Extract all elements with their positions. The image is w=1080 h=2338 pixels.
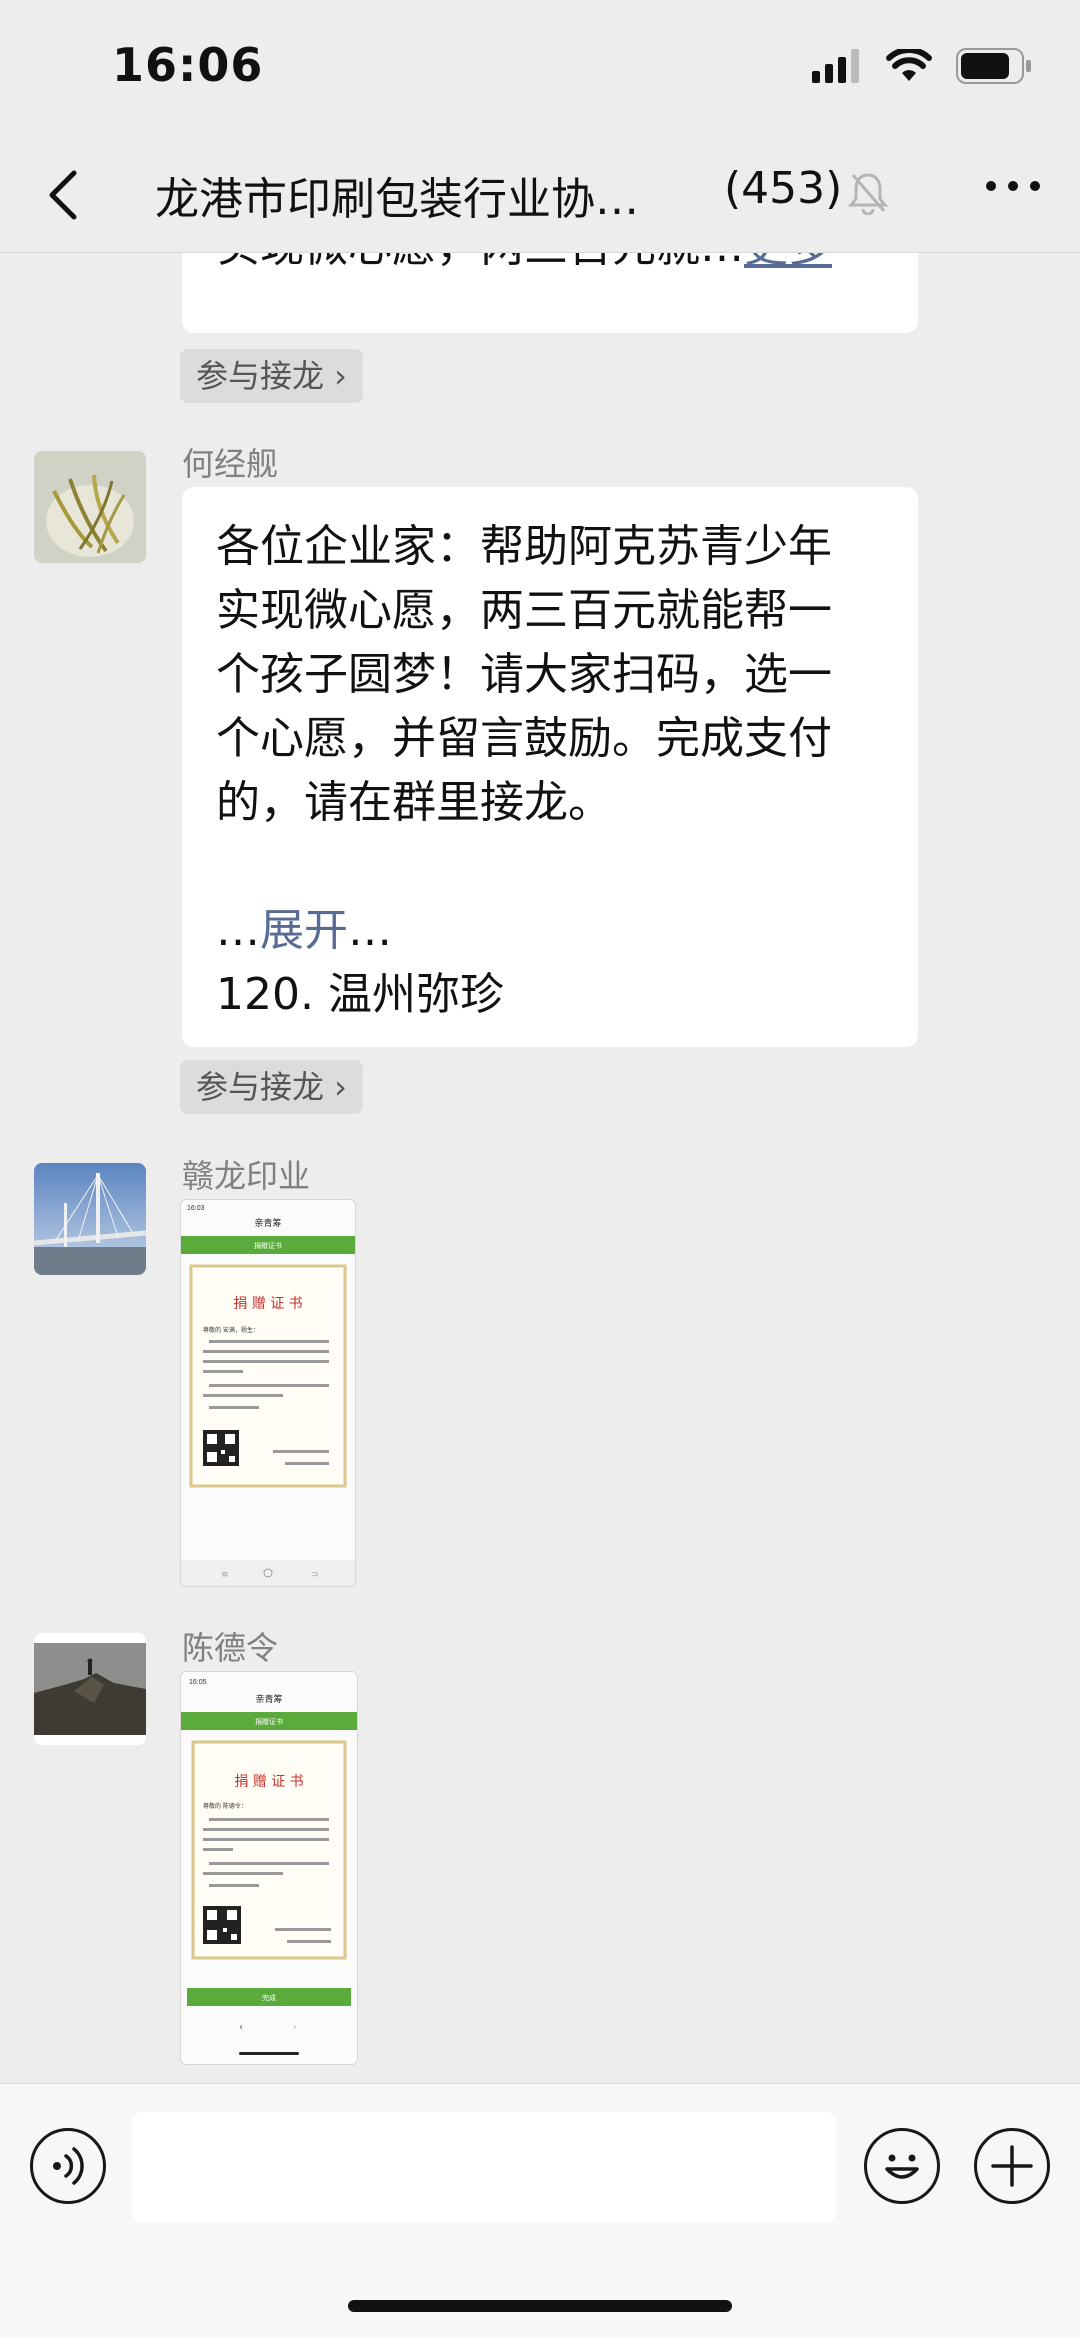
dot-icon	[986, 181, 996, 191]
thumb-time: 16:05	[189, 1679, 207, 1686]
message-input[interactable]	[132, 2112, 836, 2222]
donation-certificate-screenshot: 16:03 亲青筹 捐赠证书 捐 赠 证 书 尊敬的 安满，杨生： ≡ ⊃	[181, 1200, 355, 1586]
status-bar: 16:06	[0, 0, 1080, 135]
cert-greeting: 尊敬的 安满，杨生：	[203, 1326, 259, 1334]
wifi-icon	[886, 49, 932, 81]
message-bubble[interactable]: 各位企业家：帮助阿克苏青少年 实现微心愿，两三百元就能帮一 个孩子圆梦！请大家扫…	[182, 487, 918, 1047]
message-line: 的，请在群里接龙。	[216, 777, 612, 828]
voice-icon	[53, 2147, 84, 2185]
message-line: 实现微心愿，两三百元就能帮一	[216, 585, 832, 636]
expand-line: …展开…	[216, 899, 896, 963]
chat-area[interactable]: 实现微心愿，两三百元就…更多 参与接龙 › 何经舰 各位企业家：帮助阿克苏青少年…	[0, 253, 1080, 2083]
svg-text:‹: ‹	[239, 2022, 243, 2033]
join-chain-button[interactable]: 参与接龙 ›	[180, 349, 363, 403]
avatar[interactable]	[34, 451, 146, 563]
thumb-done-button: 完成	[262, 1993, 276, 2002]
avatar-image-rock	[34, 1633, 146, 1745]
svg-text:›: ›	[293, 2022, 297, 2033]
donation-certificate-screenshot: 16:05 亲青筹 捐赠证书 捐 赠 证 书 尊敬的 陈德令： 完成 ‹ ›	[181, 1672, 357, 2064]
cert-greeting: 尊敬的 陈德令：	[203, 1802, 247, 1810]
message-line: 120. 温州弥珍	[216, 969, 504, 1020]
more-link[interactable]: 更多	[744, 253, 832, 272]
home-indicator	[348, 2300, 732, 2312]
message-line: 个心愿，并留言鼓励。完成支付	[216, 713, 832, 764]
add-button[interactable]	[974, 2128, 1050, 2204]
message-line: 各位企业家：帮助阿克苏青少年	[216, 521, 832, 572]
chat-header: 龙港市印刷包装行业协… (453)	[0, 135, 1080, 253]
message-text: 实现微心愿，两三百元就…	[216, 253, 744, 272]
ellipsis: …	[348, 905, 392, 956]
message-line: 个孩子圆梦！请大家扫码，选一	[216, 649, 832, 700]
thumb-bar-title: 捐赠证书	[254, 1241, 282, 1250]
avatar-image-tea	[34, 451, 146, 563]
thumb-app-title: 亲青筹	[254, 1217, 281, 1229]
thumb-app-title: 亲青筹	[255, 1693, 282, 1705]
avatar-image-bridge	[34, 1163, 146, 1275]
status-icons	[812, 48, 1032, 84]
status-time: 16:06	[112, 38, 264, 92]
sender-name: 何经舰	[182, 445, 279, 483]
cert-title: 捐 赠 证 书	[234, 1774, 303, 1790]
thumb-bar-title: 捐赠证书	[255, 1717, 283, 1726]
svg-text:⊃: ⊃	[311, 1570, 319, 1580]
mute-bell-icon	[848, 173, 888, 215]
avatar[interactable]	[34, 1163, 146, 1275]
message-body: 各位企业家：帮助阿克苏青少年 实现微心愿，两三百元就能帮一 个孩子圆梦！请大家扫…	[216, 515, 896, 1027]
back-icon[interactable]	[40, 165, 90, 225]
join-chain-button[interactable]: 参与接龙 ›	[180, 1060, 363, 1114]
avatar[interactable]	[34, 1633, 146, 1745]
sender-name: 陈德令	[182, 1629, 279, 1667]
message-bubble-previous[interactable]: 实现微心愿，两三百元就…更多	[182, 253, 918, 333]
thumb-time: 16:03	[187, 1205, 205, 1212]
plus-icon	[991, 2145, 1033, 2187]
image-message[interactable]: 16:03 亲青筹 捐赠证书 捐 赠 证 书 尊敬的 安满，杨生： ≡ ⊃	[180, 1199, 356, 1587]
cert-title: 捐 赠 证 书	[233, 1296, 302, 1312]
more-options-button[interactable]	[986, 181, 1040, 191]
smiley-icon	[885, 2154, 919, 2179]
ellipsis: …	[216, 905, 260, 956]
member-count: (453)	[724, 163, 843, 214]
chat-title: 龙港市印刷包装行业协…	[155, 174, 639, 225]
image-message[interactable]: 16:05 亲青筹 捐赠证书 捐 赠 证 书 尊敬的 陈德令： 完成 ‹ ›	[180, 1671, 358, 2065]
voice-button[interactable]	[30, 2128, 106, 2204]
emoji-button[interactable]	[864, 2128, 940, 2204]
dot-icon	[1030, 181, 1040, 191]
battery-icon	[956, 48, 1031, 84]
sender-name: 赣龙印业	[182, 1157, 311, 1195]
dot-icon	[1008, 181, 1018, 191]
signal-icon	[812, 49, 859, 83]
svg-text:≡: ≡	[221, 1570, 229, 1580]
expand-link[interactable]: 展开	[260, 905, 348, 956]
